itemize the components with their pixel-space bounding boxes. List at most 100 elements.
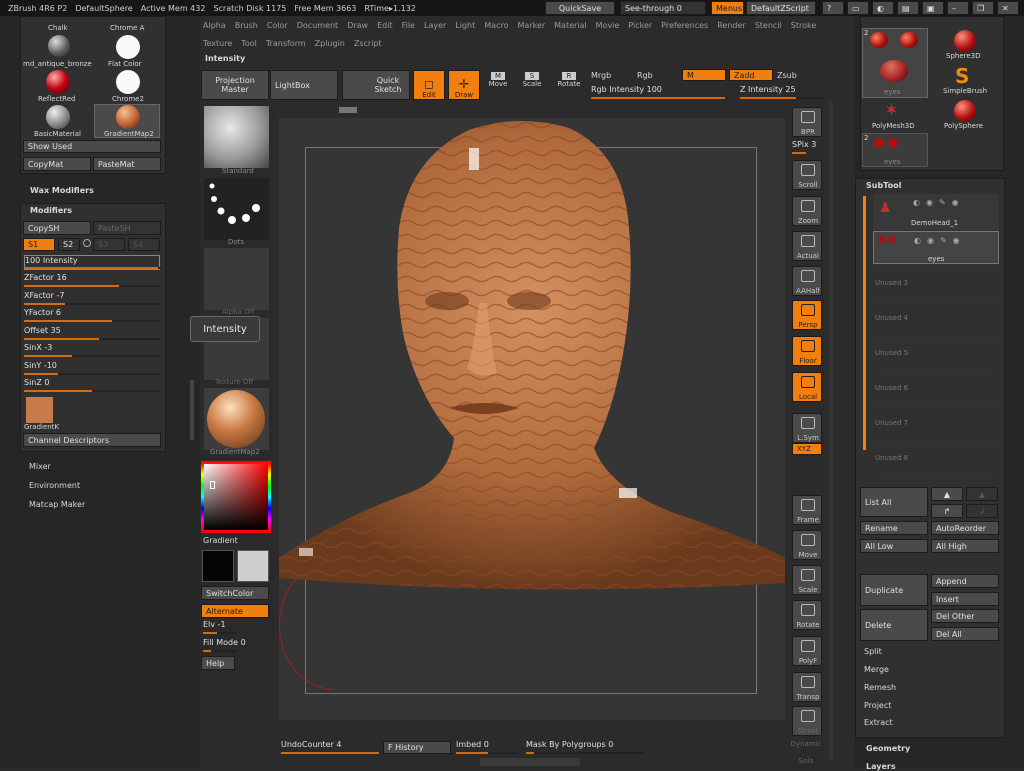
mrgb-button[interactable]: Mrgb (591, 71, 611, 80)
modifier-slider[interactable]: SinY -10 (24, 361, 160, 375)
menu-item[interactable]: Zscript (354, 39, 382, 48)
s2-button[interactable]: S2 (58, 238, 80, 251)
subtool-slot-empty[interactable]: Unused 6 (873, 371, 999, 404)
scale-button[interactable]: Scale (792, 565, 822, 595)
projection-master-button[interactable]: Projection Master (201, 70, 269, 100)
layers-header[interactable]: Layers (866, 762, 896, 771)
switchcolor-button[interactable]: SwitchColor (201, 586, 269, 600)
project-header[interactable]: Project (864, 701, 891, 710)
subtool-scrollbar[interactable] (863, 196, 866, 450)
modifiers-header[interactable]: Modifiers (30, 206, 72, 215)
sphere3d-icon[interactable] (954, 30, 976, 52)
matcap-maker-header[interactable]: Matcap Maker (29, 500, 85, 509)
menu-item[interactable]: Layer (424, 21, 446, 30)
list-all-button[interactable]: List All (860, 487, 928, 517)
arrow-up-icon[interactable]: ▲ (931, 487, 963, 501)
move-button[interactable]: Move (792, 530, 822, 560)
zoom-button[interactable]: Zoom (792, 196, 822, 226)
insert-button[interactable]: Insert (931, 592, 999, 606)
menu-item[interactable]: Stroke (791, 21, 817, 30)
eye-icon[interactable]: ◉ (926, 198, 933, 207)
material-bronze-sphere[interactable] (48, 35, 70, 57)
menu-item[interactable]: Brush (235, 21, 258, 30)
zsub-button[interactable]: Zsub (777, 71, 797, 80)
modifier-slider[interactable]: Offset 35 (24, 326, 160, 340)
menu-item[interactable]: Transform (266, 39, 306, 48)
zadd-button[interactable]: Zadd (729, 69, 773, 81)
aahalf-button[interactable]: AAHalf (792, 266, 822, 296)
seethrough-slider[interactable]: See-through 0 (620, 1, 706, 15)
menu-item[interactable]: Light (455, 21, 475, 30)
all-high-button[interactable]: All High (931, 539, 999, 553)
subtool-header[interactable]: SubTool (866, 181, 901, 190)
local-button[interactable]: Local (792, 372, 822, 402)
simplebrush-icon[interactable]: S (955, 64, 969, 88)
lightbox-button[interactable]: LightBox (270, 70, 338, 100)
rotate-button[interactable]: R Rotate (556, 72, 582, 88)
del-all-button[interactable]: Del All (931, 627, 999, 641)
alpha-thumb[interactable] (204, 248, 269, 310)
modifier-slider[interactable]: XFactor -7 (24, 291, 160, 305)
menu-item[interactable]: Edit (377, 21, 393, 30)
toggle-icon[interactable]: ◐ (914, 236, 921, 245)
material-reflectred-sphere[interactable] (46, 70, 70, 94)
delete-button[interactable]: Delete (860, 609, 928, 641)
menu-item[interactable]: Stencil (755, 21, 782, 30)
layout-icon[interactable]: ▭ (847, 1, 869, 15)
alternate-button[interactable]: Alternate (201, 604, 269, 618)
fill-mode-slider[interactable]: Fill Mode 0 (203, 638, 267, 652)
menu-item[interactable]: File (402, 21, 415, 30)
menu-item[interactable]: Tool (241, 39, 257, 48)
scroll-button[interactable]: Scroll (792, 160, 822, 190)
modifier-slider[interactable]: SinZ 0 (24, 378, 160, 392)
menu-item[interactable]: Marker (517, 21, 545, 30)
s3-button[interactable]: S3 (93, 238, 125, 251)
wax-modifiers-header[interactable]: Wax Modifiers (30, 186, 94, 195)
secondary-color-swatch[interactable] (237, 550, 269, 582)
menus-button[interactable]: Menus (711, 1, 744, 15)
modifier-slider[interactable]: YFactor 6 (24, 308, 160, 322)
radio-icon[interactable] (83, 239, 91, 247)
l-sym-button[interactable]: L.Sym (792, 413, 822, 443)
visibility-icon[interactable]: ◉ (952, 198, 959, 207)
menu-item[interactable]: Material (554, 21, 587, 30)
close-icon[interactable]: ✕ (997, 1, 1019, 15)
minimize-icon[interactable]: – (947, 1, 969, 15)
rotate-button[interactable]: Rotate (792, 600, 822, 630)
head-model[interactable] (279, 118, 785, 593)
eye-icon[interactable]: ◉ (927, 236, 934, 245)
canvas-scroll-handle[interactable] (339, 107, 357, 113)
visibility-icon[interactable]: ◉ (953, 236, 960, 245)
menu-item[interactable]: Zplugin (315, 39, 345, 48)
undo-counter-slider[interactable]: UndoCounter 4 (281, 740, 381, 754)
toggle-icon[interactable]: ◐ (913, 198, 920, 207)
pastesh-button[interactable]: PasteSH (93, 221, 161, 235)
restore-icon[interactable]: ❐ (972, 1, 994, 15)
del-other-button[interactable]: Del Other (931, 609, 999, 623)
bottom-scroll-handle[interactable] (480, 758, 580, 766)
mixer-header[interactable]: Mixer (29, 462, 51, 471)
menu-item[interactable]: Draw (347, 21, 368, 30)
bpr-button[interactable]: BPR (792, 107, 822, 137)
gradient-swatch[interactable] (26, 397, 53, 423)
left-tray-scrollbar[interactable] (190, 380, 194, 440)
material-gradientmap-sphere[interactable] (116, 105, 140, 129)
menu-item[interactable]: Picker (628, 21, 652, 30)
mask-by-polygroups-slider[interactable]: Mask By Polygroups 0 (526, 740, 644, 754)
arrow-right-icon[interactable]: ↱ (931, 504, 963, 518)
subtool-slot-empty[interactable]: Unused 5 (873, 336, 999, 369)
rgb-button[interactable]: Rgb (637, 71, 653, 80)
imbed-slider[interactable]: Imbed 0 (456, 740, 518, 754)
copymat-button[interactable]: CopyMat (23, 157, 91, 171)
geometry-header[interactable]: Geometry (866, 744, 910, 753)
stroke-dots-thumb[interactable] (204, 178, 269, 240)
brush-standard-thumb[interactable] (204, 106, 269, 168)
rename-button[interactable]: Rename (860, 521, 928, 535)
append-button[interactable]: Append (931, 574, 999, 588)
spix-slider[interactable]: SPix 3 (792, 140, 822, 154)
color-icon[interactable]: ◐ (872, 1, 894, 15)
solo-label[interactable]: Solo (786, 757, 826, 765)
subtool-slot-empty[interactable]: Unused 8 (873, 441, 999, 474)
quicksave-button[interactable]: QuickSave (545, 1, 615, 15)
menu-item[interactable]: Color (267, 21, 288, 30)
